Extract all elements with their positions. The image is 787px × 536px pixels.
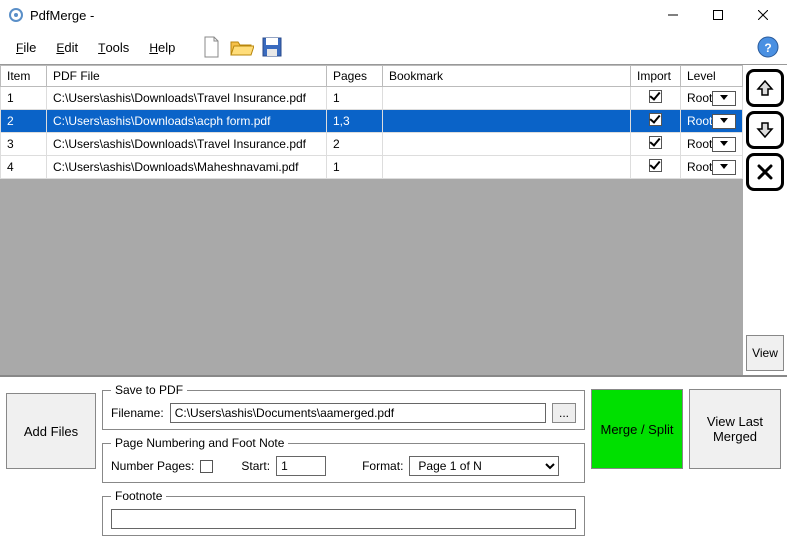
- cell-level[interactable]: Root: [681, 133, 743, 156]
- cell-import[interactable]: [631, 156, 681, 179]
- view-button[interactable]: View: [746, 335, 784, 371]
- menu-edit[interactable]: Edit: [46, 36, 88, 59]
- help-icon[interactable]: ?: [757, 36, 779, 58]
- titlebar: PdfMerge -: [0, 0, 787, 30]
- page-numbering-legend: Page Numbering and Foot Note: [111, 436, 288, 450]
- cell-file: C:\Users\ashis\Downloads\acph form.pdf: [47, 110, 327, 133]
- file-table: Item PDF File Pages Bookmark Import Leve…: [0, 65, 743, 179]
- open-icon[interactable]: [229, 34, 255, 60]
- table-row[interactable]: 1C:\Users\ashis\Downloads\Travel Insuran…: [1, 87, 743, 110]
- chevron-down-icon[interactable]: [712, 114, 736, 129]
- import-checkbox[interactable]: [649, 136, 662, 149]
- menubar: File Edit Tools Help ?: [0, 30, 787, 64]
- import-checkbox[interactable]: [649, 159, 662, 172]
- cell-pages: 2: [327, 133, 383, 156]
- import-checkbox[interactable]: [649, 113, 662, 126]
- footnote-input[interactable]: [111, 509, 576, 529]
- col-level[interactable]: Level: [681, 66, 743, 87]
- app-icon: [8, 7, 24, 23]
- settings-column: Save to PDF Filename: ... Page Numbering…: [102, 383, 585, 513]
- move-down-button[interactable]: [746, 111, 784, 149]
- cell-level[interactable]: Root: [681, 110, 743, 133]
- col-import[interactable]: Import: [631, 66, 681, 87]
- browse-button[interactable]: ...: [552, 403, 576, 423]
- cell-file: C:\Users\ashis\Downloads\Maheshnavami.pd…: [47, 156, 327, 179]
- start-input[interactable]: [276, 456, 326, 476]
- number-pages-label: Number Pages:: [111, 459, 194, 473]
- number-pages-checkbox[interactable]: [200, 460, 213, 473]
- merge-split-button[interactable]: Merge / Split: [591, 389, 683, 469]
- menu-help[interactable]: Help: [139, 36, 185, 59]
- page-numbering-group: Page Numbering and Foot Note Number Page…: [102, 436, 585, 483]
- format-label: Format:: [362, 459, 403, 473]
- col-item[interactable]: Item: [1, 66, 47, 87]
- menu-file[interactable]: File: [6, 36, 46, 59]
- cell-bookmark: [383, 156, 631, 179]
- cell-level[interactable]: Root: [681, 156, 743, 179]
- cell-import[interactable]: [631, 110, 681, 133]
- cell-bookmark: [383, 110, 631, 133]
- cell-pages: 1,3: [327, 110, 383, 133]
- start-label: Start:: [241, 459, 270, 473]
- cell-file: C:\Users\ashis\Downloads\Travel Insuranc…: [47, 87, 327, 110]
- close-button[interactable]: [740, 1, 785, 29]
- svg-text:?: ?: [764, 41, 771, 55]
- menu-tools[interactable]: Tools: [88, 36, 139, 59]
- save-to-pdf-legend: Save to PDF: [111, 383, 187, 397]
- chevron-down-icon[interactable]: [712, 91, 736, 106]
- col-pdf[interactable]: PDF File: [47, 66, 327, 87]
- cell-item: 4: [1, 156, 47, 179]
- cell-pages: 1: [327, 156, 383, 179]
- cell-level[interactable]: Root: [681, 87, 743, 110]
- bottom-panel: Add Files Save to PDF Filename: ... Page…: [0, 375, 787, 519]
- side-toolbar: View: [743, 65, 787, 375]
- save-to-pdf-group: Save to PDF Filename: ...: [102, 383, 585, 430]
- cell-bookmark: [383, 133, 631, 156]
- cell-item: 1: [1, 87, 47, 110]
- footnote-legend: Footnote: [111, 489, 166, 503]
- table-row[interactable]: 3C:\Users\ashis\Downloads\Travel Insuran…: [1, 133, 743, 156]
- format-select[interactable]: Page 1 of N: [409, 456, 559, 476]
- file-table-container: Item PDF File Pages Bookmark Import Leve…: [0, 65, 743, 375]
- save-icon[interactable]: [259, 34, 285, 60]
- view-last-merged-button[interactable]: View Last Merged: [689, 389, 781, 469]
- chevron-down-icon[interactable]: [712, 160, 736, 175]
- col-pages[interactable]: Pages: [327, 66, 383, 87]
- filename-input[interactable]: [170, 403, 546, 423]
- maximize-button[interactable]: [695, 1, 740, 29]
- cell-item: 3: [1, 133, 47, 156]
- chevron-down-icon[interactable]: [712, 137, 736, 152]
- delete-button[interactable]: [746, 153, 784, 191]
- move-up-button[interactable]: [746, 69, 784, 107]
- cell-file: C:\Users\ashis\Downloads\Travel Insuranc…: [47, 133, 327, 156]
- col-bookmark[interactable]: Bookmark: [383, 66, 631, 87]
- cell-bookmark: [383, 87, 631, 110]
- filename-label: Filename:: [111, 406, 164, 420]
- import-checkbox[interactable]: [649, 90, 662, 103]
- window-title: PdfMerge -: [30, 8, 650, 23]
- minimize-button[interactable]: [650, 1, 695, 29]
- cell-pages: 1: [327, 87, 383, 110]
- footnote-group: Footnote: [102, 489, 585, 536]
- table-row[interactable]: 2C:\Users\ashis\Downloads\acph form.pdf1…: [1, 110, 743, 133]
- work-area: Item PDF File Pages Bookmark Import Leve…: [0, 64, 787, 375]
- table-row[interactable]: 4C:\Users\ashis\Downloads\Maheshnavami.p…: [1, 156, 743, 179]
- cell-import[interactable]: [631, 133, 681, 156]
- cell-item: 2: [1, 110, 47, 133]
- cell-import[interactable]: [631, 87, 681, 110]
- add-files-button[interactable]: Add Files: [6, 393, 96, 469]
- new-icon[interactable]: [199, 34, 225, 60]
